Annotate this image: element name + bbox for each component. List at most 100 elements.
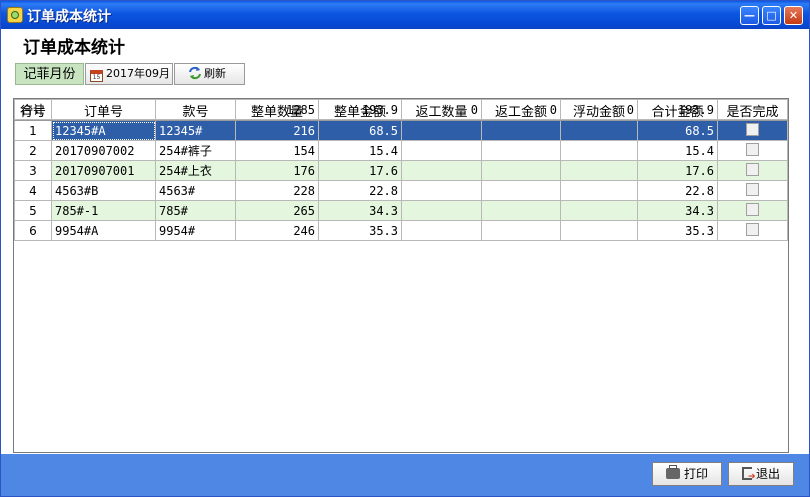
totals-rework-amt: 0 — [481, 99, 561, 120]
table-row[interactable]: 6 9954#A 9954# 246 35.3 35.3 — [14, 220, 788, 241]
maximize-button[interactable]: □ — [762, 6, 781, 25]
totals-label: 合计 — [14, 99, 52, 120]
window-title: 订单成本统计 — [27, 9, 111, 25]
rework-qty-cell[interactable] — [401, 160, 482, 181]
done-checkbox[interactable] — [746, 163, 759, 176]
done-cell[interactable] — [717, 200, 788, 221]
calendar-icon: 15 — [90, 70, 103, 82]
style-cell[interactable]: 254#上衣 — [155, 160, 236, 181]
order-cell[interactable]: 9954#A — [51, 220, 156, 241]
refresh-icon — [189, 66, 201, 80]
total-cell[interactable]: 17.6 — [637, 160, 718, 181]
row-number: 3 — [14, 160, 52, 181]
amount-cell[interactable]: 22.8 — [318, 180, 402, 201]
totals-order-cell — [51, 99, 156, 120]
totals-row: 合计 1285 193.9 0 0 0 193.9 — [14, 99, 788, 120]
float-amt-cell[interactable] — [560, 160, 638, 181]
done-cell[interactable] — [717, 120, 788, 141]
order-cell[interactable]: 4563#B — [51, 180, 156, 201]
done-checkbox[interactable] — [746, 203, 759, 216]
rework-amt-cell[interactable] — [481, 220, 561, 241]
totals-rework-qty: 0 — [401, 99, 482, 120]
qty-cell[interactable]: 216 — [235, 120, 319, 141]
table-row[interactable]: 2 20170907002 254#裤子 154 15.4 15.4 — [14, 140, 788, 161]
close-button[interactable]: ✕ — [784, 6, 803, 25]
float-amt-cell[interactable] — [560, 180, 638, 201]
title-bar[interactable]: 订单成本统计 — □ ✕ — [1, 1, 809, 29]
order-cell[interactable]: 20170907002 — [51, 140, 156, 161]
order-cell[interactable]: 20170907001 — [51, 160, 156, 181]
rework-amt-cell[interactable] — [481, 200, 561, 221]
amount-cell[interactable]: 17.6 — [318, 160, 402, 181]
order-cell[interactable]: 785#-1 — [51, 200, 156, 221]
done-cell[interactable] — [717, 220, 788, 241]
rework-amt-cell[interactable] — [481, 120, 561, 141]
rework-qty-cell[interactable] — [401, 120, 482, 141]
data-grid[interactable]: 行号 订单号 款号 整单数量 整单金额 返工数量 返工金额 浮动金额 合计金额 … — [13, 98, 789, 453]
rework-amt-cell[interactable] — [481, 160, 561, 181]
style-cell[interactable]: 785# — [155, 200, 236, 221]
minimize-button[interactable]: — — [740, 6, 759, 25]
row-number: 6 — [14, 220, 52, 241]
app-window: 订单成本统计 — □ ✕ 订单成本统计 记菲月份 152017年09月 刷新 — [0, 0, 810, 497]
total-cell[interactable]: 34.3 — [637, 200, 718, 221]
total-cell[interactable]: 22.8 — [637, 180, 718, 201]
done-cell[interactable] — [717, 160, 788, 181]
totals-table: 合计 1285 193.9 0 0 0 193.9 — [14, 99, 788, 120]
style-cell[interactable]: 9954# — [155, 220, 236, 241]
exit-label: 退出 — [755, 467, 780, 481]
float-amt-cell[interactable] — [560, 220, 638, 241]
amount-cell[interactable]: 35.3 — [318, 220, 402, 241]
rework-amt-cell[interactable] — [481, 140, 561, 161]
order-cell[interactable]: 12345#A — [51, 120, 156, 141]
row-number: 1 — [14, 120, 52, 141]
month-picker-button[interactable]: 15 2017年09月 — [85, 63, 173, 85]
print-label: 打印 — [683, 467, 708, 481]
done-cell[interactable] — [717, 140, 788, 161]
done-checkbox[interactable] — [746, 223, 759, 236]
exit-icon — [741, 466, 756, 488]
done-cell[interactable] — [717, 180, 788, 201]
amount-cell[interactable]: 68.5 — [318, 120, 402, 141]
done-checkbox[interactable] — [746, 123, 759, 136]
float-amt-cell[interactable] — [560, 120, 638, 141]
qty-cell[interactable]: 154 — [235, 140, 319, 161]
rework-qty-cell[interactable] — [401, 180, 482, 201]
exit-button[interactable]: 退出 — [728, 462, 794, 488]
table-row[interactable]: 1 12345#A 12345# 216 68.5 68.5 — [14, 120, 788, 141]
printer-icon — [665, 465, 680, 479]
total-cell[interactable]: 68.5 — [637, 120, 718, 141]
rework-qty-cell[interactable] — [401, 220, 482, 241]
table-row[interactable]: 3 20170907001 254#上衣 176 17.6 17.6 — [14, 160, 788, 181]
totals-amount: 193.9 — [318, 99, 402, 120]
total-cell[interactable]: 15.4 — [637, 140, 718, 161]
style-cell[interactable]: 4563# — [155, 180, 236, 201]
amount-cell[interactable]: 15.4 — [318, 140, 402, 161]
total-cell[interactable]: 35.3 — [637, 220, 718, 241]
refresh-button[interactable]: 刷新 — [174, 63, 245, 85]
refresh-label: 刷新 — [204, 67, 226, 80]
rework-amt-cell[interactable] — [481, 180, 561, 201]
totals-float-amt: 0 — [560, 99, 638, 120]
month-label: 记菲月份 — [15, 63, 84, 85]
table-row[interactable]: 4 4563#B 4563# 228 22.8 22.8 — [14, 180, 788, 201]
rework-qty-cell[interactable] — [401, 200, 482, 221]
qty-cell[interactable]: 265 — [235, 200, 319, 221]
totals-total: 193.9 — [637, 99, 718, 120]
amount-cell[interactable]: 34.3 — [318, 200, 402, 221]
float-amt-cell[interactable] — [560, 140, 638, 161]
totals-done-cell — [717, 99, 788, 120]
app-icon — [7, 7, 23, 23]
style-cell[interactable]: 12345# — [155, 120, 236, 141]
float-amt-cell[interactable] — [560, 200, 638, 221]
done-checkbox[interactable] — [746, 143, 759, 156]
qty-cell[interactable]: 176 — [235, 160, 319, 181]
rework-qty-cell[interactable] — [401, 140, 482, 161]
qty-cell[interactable]: 246 — [235, 220, 319, 241]
row-number: 5 — [14, 200, 52, 221]
qty-cell[interactable]: 228 — [235, 180, 319, 201]
done-checkbox[interactable] — [746, 183, 759, 196]
print-button[interactable]: 打印 — [652, 462, 722, 486]
table-row[interactable]: 5 785#-1 785# 265 34.3 34.3 — [14, 200, 788, 221]
style-cell[interactable]: 254#裤子 — [155, 140, 236, 161]
